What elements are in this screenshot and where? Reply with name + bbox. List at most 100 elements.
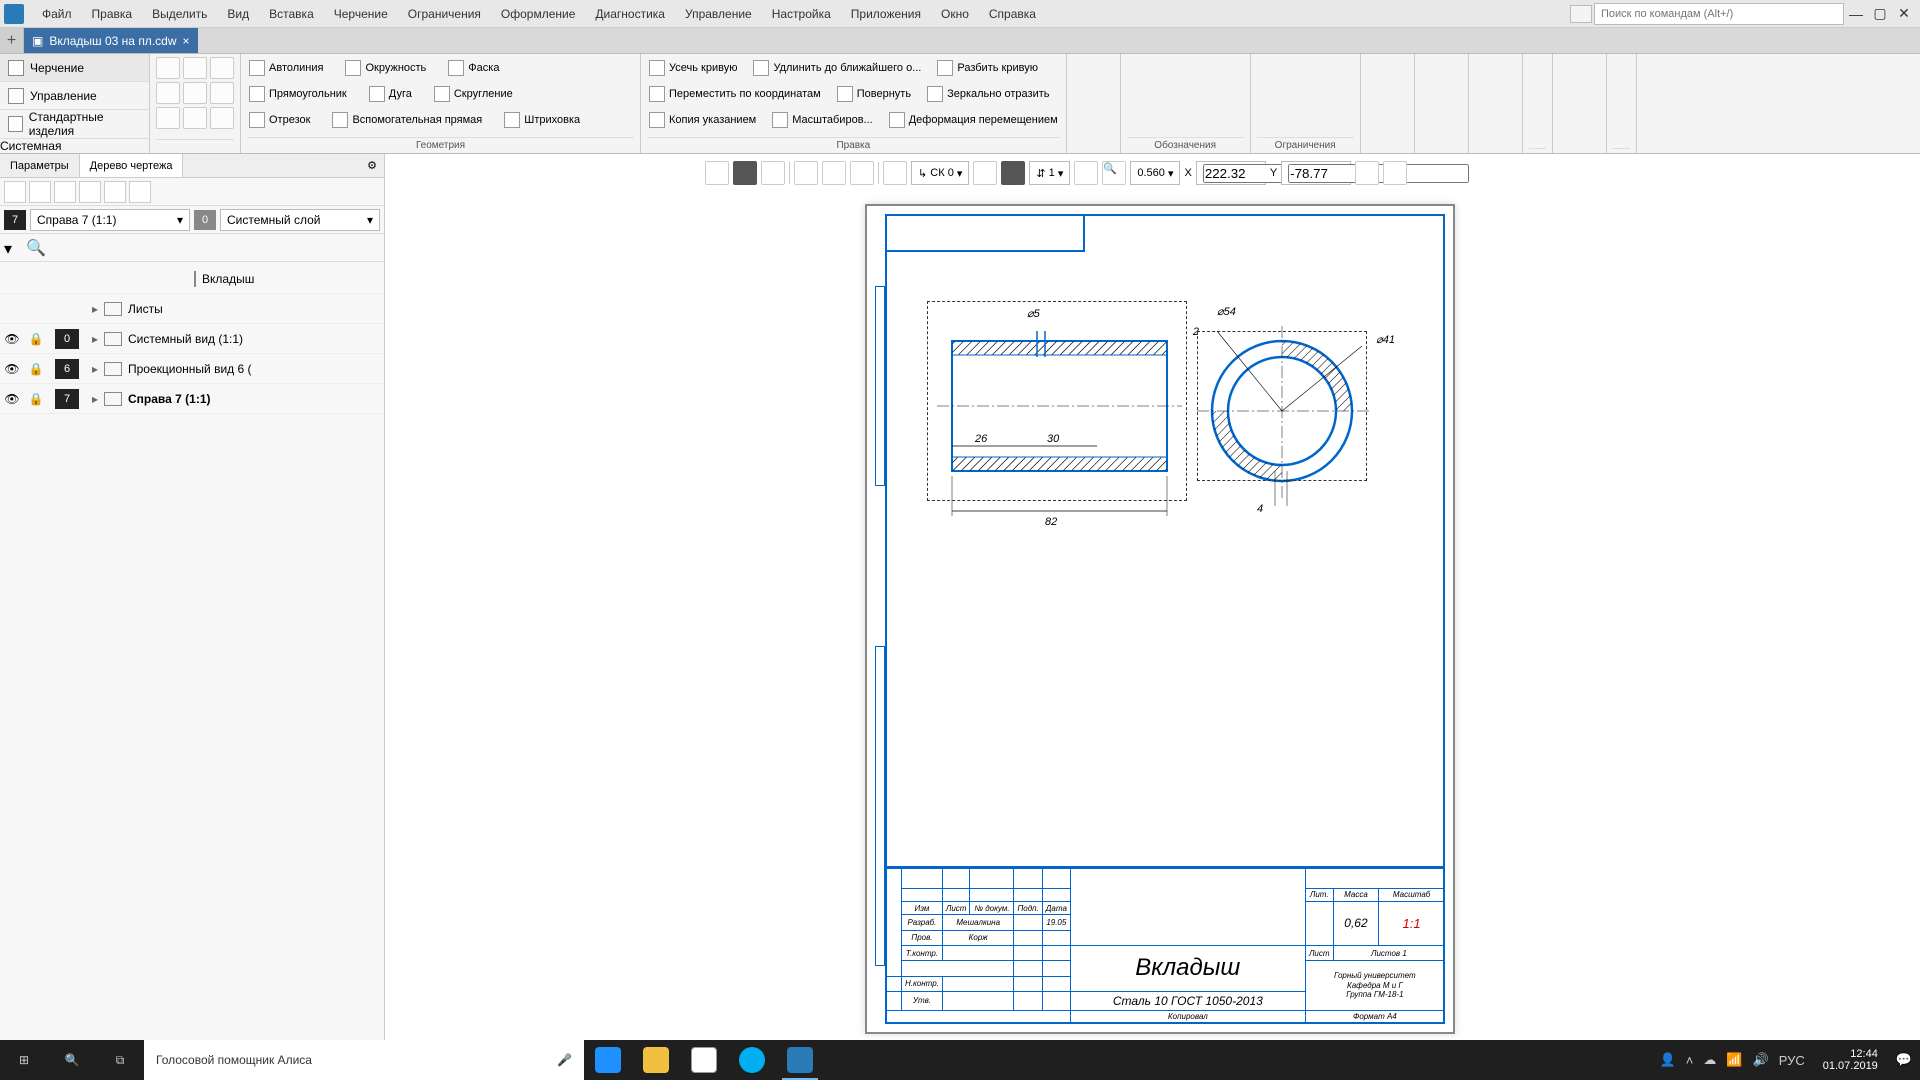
des-icon[interactable] bbox=[1196, 79, 1216, 99]
chevron-up-icon[interactable]: ˄ bbox=[1686, 1053, 1694, 1068]
tree-root[interactable]: Вкладыш bbox=[202, 272, 254, 286]
con-icon[interactable] bbox=[1303, 56, 1323, 76]
ctb-btn[interactable] bbox=[794, 161, 818, 185]
des-icon[interactable] bbox=[1219, 56, 1239, 76]
lock-icon[interactable]: 🔒 bbox=[24, 362, 48, 376]
edge-app[interactable] bbox=[584, 1040, 632, 1080]
zoom-icon[interactable]: 🔍 bbox=[1102, 161, 1126, 185]
tool-arc[interactable]: Дуга bbox=[367, 82, 414, 106]
undo-button[interactable] bbox=[210, 82, 234, 104]
tool-icon[interactable] bbox=[1559, 102, 1579, 122]
people-icon[interactable]: 👤 bbox=[1660, 1052, 1676, 1068]
zoom-out-icon[interactable] bbox=[1074, 161, 1098, 185]
visibility-icon[interactable]: 👁 bbox=[0, 392, 24, 406]
des-icon[interactable] bbox=[1173, 79, 1193, 99]
visibility-icon[interactable]: 👁 bbox=[0, 362, 24, 376]
tool-scale[interactable]: Масштабиров... bbox=[770, 108, 874, 132]
des-icon[interactable] bbox=[1196, 56, 1216, 76]
con-icon[interactable] bbox=[1326, 102, 1346, 122]
tool-trim[interactable]: Усечь кривую bbox=[647, 56, 739, 80]
lang-indicator[interactable]: РУС bbox=[1779, 1053, 1805, 1068]
copy-button[interactable] bbox=[156, 107, 180, 129]
tool-fillet[interactable]: Скругление bbox=[432, 82, 515, 106]
visibility-icon[interactable]: 👁 bbox=[0, 332, 24, 346]
kompas-app[interactable] bbox=[776, 1040, 824, 1080]
minimize-button[interactable]: ― bbox=[1844, 6, 1868, 22]
menu-insert[interactable]: Вставка bbox=[259, 7, 324, 21]
eyedropper-icon[interactable] bbox=[1383, 161, 1407, 185]
ctb-btn[interactable] bbox=[1001, 161, 1025, 185]
volume-icon[interactable]: 🔊 bbox=[1753, 1052, 1769, 1068]
tool-split[interactable]: Разбить кривую bbox=[935, 56, 1040, 80]
view-dropdown[interactable]: Справа 7 (1:1)▾ bbox=[30, 209, 190, 231]
x-field[interactable] bbox=[1196, 161, 1266, 185]
con-icon[interactable] bbox=[1326, 56, 1346, 76]
con-icon[interactable] bbox=[1257, 102, 1277, 122]
grid-icon[interactable] bbox=[883, 161, 907, 185]
menu-settings[interactable]: Настройка bbox=[762, 7, 841, 21]
tool-mirror[interactable]: Зеркально отразить bbox=[925, 82, 1051, 106]
wifi-icon[interactable]: 📶 bbox=[1726, 1052, 1742, 1068]
ctb-btn[interactable] bbox=[705, 161, 729, 185]
diag-icon[interactable] bbox=[1367, 125, 1387, 145]
ctb-btn[interactable] bbox=[1355, 161, 1379, 185]
tree-sheets[interactable]: Листы bbox=[128, 302, 384, 316]
onedrive-icon[interactable]: ☁ bbox=[1703, 1052, 1716, 1068]
canvas[interactable]: ↳ СК 0 ▾ ⇵ 1 ▾ 🔍 0.560 ▾ X Y bbox=[385, 154, 1920, 1040]
des-icon[interactable] bbox=[1150, 56, 1170, 76]
ctb-btn[interactable] bbox=[822, 161, 846, 185]
tool-rotate[interactable]: Повернуть bbox=[835, 82, 913, 106]
misc-icon[interactable] bbox=[1529, 102, 1546, 122]
diag-icon[interactable] bbox=[1367, 56, 1387, 76]
con-icon[interactable] bbox=[1280, 102, 1300, 122]
tool-rect[interactable]: Прямоугольник bbox=[247, 82, 349, 106]
yandex-app[interactable] bbox=[680, 1040, 728, 1080]
end-icon[interactable] bbox=[1613, 79, 1630, 99]
tool-icon[interactable] bbox=[1559, 56, 1579, 76]
menu-file[interactable]: Файл bbox=[32, 7, 82, 21]
save-button[interactable] bbox=[210, 57, 234, 79]
lp-btn[interactable] bbox=[29, 181, 51, 203]
ins-icon[interactable] bbox=[1475, 56, 1495, 76]
close-button[interactable]: ✕ bbox=[1892, 5, 1916, 22]
menu-apps[interactable]: Приложения bbox=[841, 7, 931, 21]
view-icon[interactable] bbox=[1421, 79, 1441, 99]
taskview-icon[interactable]: ⧉ bbox=[96, 1040, 144, 1080]
new-button[interactable] bbox=[156, 57, 180, 79]
tool-copypick[interactable]: Копия указанием bbox=[647, 108, 758, 132]
ins-icon[interactable] bbox=[1475, 125, 1495, 145]
misc-icon[interactable] bbox=[1529, 56, 1546, 76]
con-icon[interactable] bbox=[1257, 79, 1277, 99]
tool-icon[interactable] bbox=[1559, 79, 1579, 99]
paste-button[interactable] bbox=[183, 107, 207, 129]
con-icon[interactable] bbox=[1303, 79, 1323, 99]
tool-autoline[interactable]: Автолиния bbox=[247, 56, 325, 80]
lock-icon[interactable]: 🔒 bbox=[24, 392, 48, 406]
tree-search[interactable] bbox=[50, 241, 380, 255]
layout-icon[interactable] bbox=[1570, 5, 1592, 23]
print-button[interactable] bbox=[156, 82, 180, 104]
tree-rightview[interactable]: Справа 7 (1:1) bbox=[128, 392, 384, 406]
des-icon[interactable] bbox=[1127, 102, 1147, 122]
section-view[interactable]: ⌀5 2 26 30 82 bbox=[927, 301, 1187, 551]
des-icon[interactable] bbox=[1173, 102, 1193, 122]
preview-button[interactable] bbox=[183, 82, 207, 104]
dim-icon[interactable] bbox=[1073, 125, 1093, 145]
lp-btn[interactable] bbox=[129, 181, 151, 203]
mode-stdparts[interactable]: Стандартные изделия bbox=[0, 110, 149, 139]
open-button[interactable] bbox=[183, 57, 207, 79]
lp-btn[interactable] bbox=[4, 181, 26, 203]
menu-window[interactable]: Окно bbox=[931, 7, 979, 21]
view-icon[interactable] bbox=[1421, 125, 1441, 145]
diag-icon[interactable] bbox=[1367, 102, 1387, 122]
menu-edit[interactable]: Правка bbox=[82, 7, 143, 21]
tool-line[interactable]: Отрезок bbox=[247, 108, 312, 132]
maximize-button[interactable]: ▢ bbox=[1868, 5, 1892, 22]
command-search[interactable] bbox=[1594, 3, 1844, 25]
ctb-btn[interactable] bbox=[761, 161, 785, 185]
ctb-btn[interactable] bbox=[973, 161, 997, 185]
view-icon[interactable] bbox=[1421, 56, 1441, 76]
circle-view[interactable]: ⌀54 ⌀41 4 bbox=[1197, 311, 1397, 511]
tool-deform[interactable]: Деформация перемещением bbox=[887, 108, 1060, 132]
mode-manage[interactable]: Управление bbox=[0, 82, 149, 110]
